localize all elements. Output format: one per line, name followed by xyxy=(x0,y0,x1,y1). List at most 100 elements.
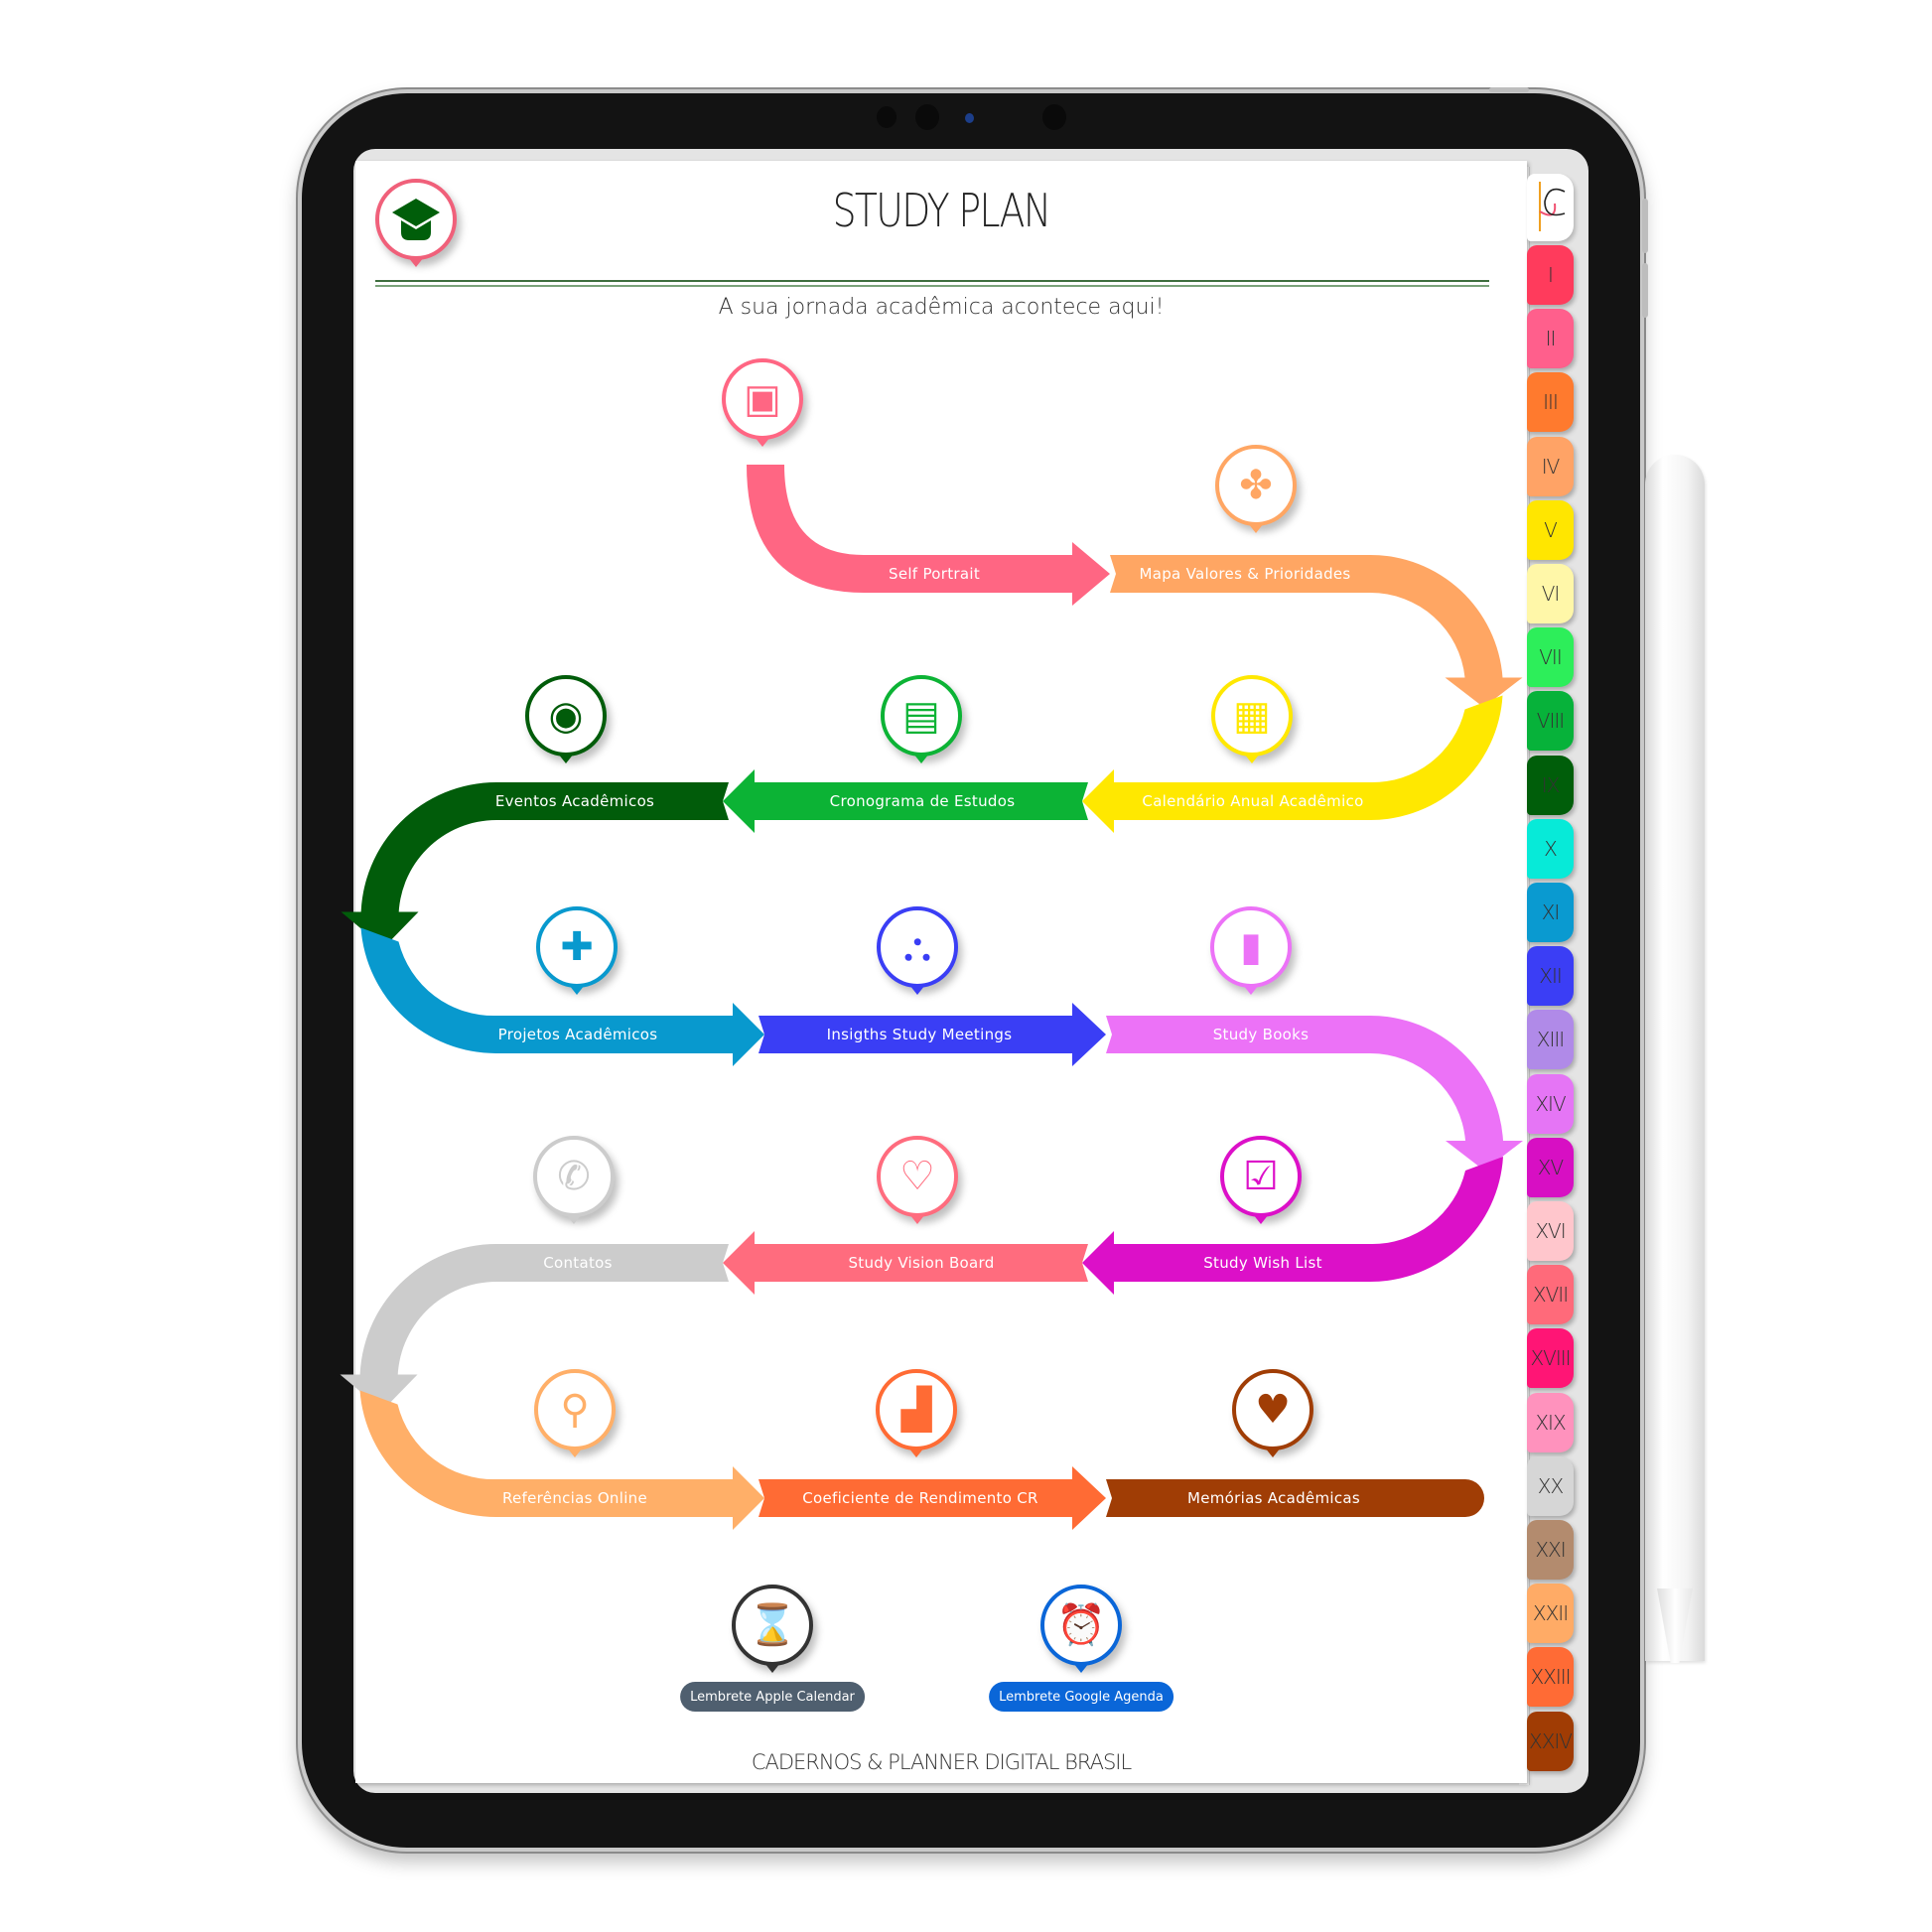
tab-section-24[interactable]: XXIV xyxy=(1527,1711,1574,1771)
brand-logo-tab[interactable] xyxy=(1527,174,1574,241)
tab-section-11[interactable]: XI xyxy=(1527,883,1574,942)
step-button-cronograma-de-estudos[interactable]: ▤ xyxy=(881,675,962,772)
step-icon-ring: ⚲ xyxy=(534,1369,616,1450)
magnifier-icon: ⚲ xyxy=(560,1387,590,1433)
step-label-self-portrait[interactable]: Self Portrait xyxy=(889,565,980,583)
hourglass-icon: ⌛ xyxy=(748,1602,797,1648)
tab-section-7[interactable]: VII xyxy=(1527,627,1574,688)
step-label-mapa-valores-prioridades[interactable]: Mapa Valores & Prioridades xyxy=(1139,565,1350,583)
arrowhead-vision-board xyxy=(723,1231,755,1295)
step-label-study-vision-board[interactable]: Study Vision Board xyxy=(848,1254,994,1272)
step-icon-ring: ♥ xyxy=(1232,1369,1313,1450)
step-label-insigths-study-meetings[interactable]: Insigths Study Meetings xyxy=(827,1026,1013,1043)
tab-section-6[interactable]: VI xyxy=(1527,564,1574,623)
step-icon-ring: ☑ xyxy=(1220,1136,1302,1217)
tab-section-22[interactable]: XXII xyxy=(1527,1584,1574,1644)
pin-tip xyxy=(764,1663,780,1673)
pin-tip xyxy=(1253,1214,1269,1224)
lembrete-apple-calendar-button[interactable]: Lembrete Apple Calendar xyxy=(680,1682,865,1712)
pin-tip xyxy=(566,1214,582,1224)
pin-tip xyxy=(1265,1448,1281,1457)
tab-section-5[interactable]: V xyxy=(1527,499,1574,560)
step-icon-ring: ▮ xyxy=(1210,906,1292,988)
pin-tip xyxy=(755,437,770,447)
step-button-study-vision-board[interactable]: ♡ xyxy=(877,1136,958,1233)
step-button-referencias-online[interactable]: ⚲ xyxy=(534,1369,616,1466)
laptop-heart-icon: ♡ xyxy=(899,1154,935,1199)
step-button-projetos-academicos[interactable]: ✚ xyxy=(536,906,618,1004)
step-button-study-books[interactable]: ▮ xyxy=(1210,906,1292,1004)
checklist-icon: ☑ xyxy=(1243,1154,1279,1199)
footer-brand: CADERNOS & PLANNER DIGITAL BRASIL xyxy=(751,1750,1132,1774)
calendar-book-icon: ▤ xyxy=(902,693,940,739)
step-label-cronograma-de-estudos[interactable]: Cronograma de Estudos xyxy=(830,792,1016,810)
step-button-memorias-academicas[interactable]: ♥ xyxy=(1232,1369,1313,1466)
step-label-coeficiente-de-rendimento-cr[interactable]: Coeficiente de Rendimento CR xyxy=(802,1489,1038,1507)
arrowhead-calendario xyxy=(1082,769,1114,833)
step-icon-ring: ✆ xyxy=(533,1136,615,1217)
step-icon-ring: ▣ xyxy=(722,358,803,440)
step-button-self-portrait[interactable]: ▣ xyxy=(722,358,803,456)
step-button-insigths-study-meetings[interactable]: ⛬ xyxy=(877,906,958,1004)
pin-tip xyxy=(569,985,585,995)
pin-tip xyxy=(1243,985,1259,995)
step-button-eventos-academicos[interactable]: ◉ xyxy=(525,675,607,772)
step-label-memorias-academicas[interactable]: Memórias Acadêmicas xyxy=(1187,1489,1360,1507)
pin-tip xyxy=(909,985,925,995)
tab-section-4[interactable]: IV xyxy=(1527,436,1574,496)
tab-section-23[interactable]: XXIII xyxy=(1527,1647,1574,1708)
step-icon-ring: ▦ xyxy=(1211,675,1293,757)
step-button-study-wish-list[interactable]: ☑ xyxy=(1220,1136,1302,1233)
tab-section-17[interactable]: XVII xyxy=(1527,1265,1574,1325)
arrowhead-projetos xyxy=(733,1003,764,1066)
step-label-eventos-academicos[interactable]: Eventos Acadêmicos xyxy=(495,792,654,810)
lembrete-google-agenda-icon-button[interactable]: ⏰ xyxy=(1040,1585,1122,1682)
tab-section-20[interactable]: XX xyxy=(1527,1455,1574,1516)
tab-section-2[interactable]: II xyxy=(1527,309,1574,369)
step-label-study-wish-list[interactable]: Study Wish List xyxy=(1203,1254,1322,1272)
tab-section-15[interactable]: XV xyxy=(1527,1137,1574,1197)
step-label-contatos[interactable]: Contatos xyxy=(543,1254,613,1272)
puzzle-icon: ✚ xyxy=(560,924,594,970)
tab-section-16[interactable]: XVI xyxy=(1527,1201,1574,1261)
pin-tip xyxy=(1248,523,1264,533)
step-label-study-books[interactable]: Study Books xyxy=(1213,1026,1310,1043)
step-button-mapa-valores-prioridades[interactable]: ✤ xyxy=(1215,445,1297,542)
tab-section-21[interactable]: XXI xyxy=(1527,1520,1574,1580)
step-icon-ring: ✚ xyxy=(536,906,618,988)
arrowhead-insights xyxy=(1072,1003,1106,1066)
step-icon-ring: ⛬ xyxy=(877,906,958,988)
book-icon: ▮ xyxy=(1239,924,1262,970)
arrowhead-self-portrait xyxy=(1072,542,1110,606)
pin-tip xyxy=(1073,1663,1089,1673)
lembrete-apple-calendar-icon-button[interactable]: ⌛ xyxy=(732,1585,813,1682)
tab-section-19[interactable]: XIX xyxy=(1527,1392,1574,1452)
tab-section-8[interactable]: VIII xyxy=(1527,691,1574,752)
step-button-contatos[interactable]: ✆ xyxy=(533,1136,615,1233)
location-pin-icon: ◉ xyxy=(548,693,584,739)
step-button-coeficiente-de-rendimento-cr[interactable]: ▟ xyxy=(876,1369,957,1466)
pin-tip xyxy=(913,754,929,763)
tab-section-10[interactable]: X xyxy=(1527,818,1574,879)
stylus xyxy=(1645,455,1705,1661)
tab-section-1[interactable]: I xyxy=(1527,245,1574,305)
clover-icon: ✤ xyxy=(1239,463,1273,508)
tab-section-3[interactable]: III xyxy=(1527,372,1574,433)
tab-section-13[interactable]: XIII xyxy=(1527,1010,1574,1070)
tab-section-18[interactable]: XVIII xyxy=(1527,1328,1574,1389)
arrowhead-referencias xyxy=(733,1466,764,1530)
alarm-clock-icon: ⏰ xyxy=(1056,1602,1106,1648)
step-label-referencias-online[interactable]: Referências Online xyxy=(502,1489,647,1507)
step-label-projetos-academicos[interactable]: Projetos Acadêmicos xyxy=(498,1026,658,1043)
bar-chart-growth-icon: ▟ xyxy=(900,1387,932,1433)
tab-section-12[interactable]: XII xyxy=(1527,946,1574,1007)
step-label-calendario-anual-academico[interactable]: Calendário Anual Acadêmico xyxy=(1142,792,1363,810)
arrowhead-cronograma xyxy=(723,769,755,833)
tab-section-9[interactable]: IX xyxy=(1527,755,1574,815)
step-button-calendario-anual-academico[interactable]: ▦ xyxy=(1211,675,1293,772)
lembrete-google-agenda-button[interactable]: Lembrete Google Agenda xyxy=(989,1682,1173,1712)
journey-path xyxy=(340,465,1523,1530)
step-icon-ring: ▟ xyxy=(876,1369,957,1450)
pin-tip xyxy=(558,754,574,763)
tab-section-14[interactable]: XIV xyxy=(1527,1073,1574,1134)
